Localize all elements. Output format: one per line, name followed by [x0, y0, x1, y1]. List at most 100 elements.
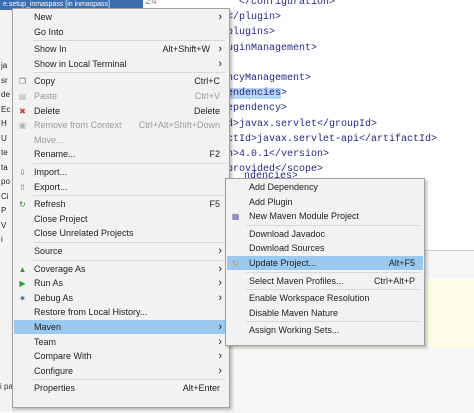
menu-item-select-maven-profiles[interactable]: Select Maven Profiles... Ctrl+Alt+P	[227, 274, 423, 288]
tree-item-label: Ec	[1, 104, 11, 114]
code-text: d>javax.servlet</groupId>	[227, 118, 378, 130]
code-text: >	[281, 88, 288, 100]
menu-item-show-in-local-terminal[interactable]: Show in Local Terminal ›	[14, 57, 228, 71]
menu-item-refresh[interactable]: ↻ Refresh F5	[14, 197, 228, 211]
menu-item-label: Download Javadoc	[249, 228, 326, 239]
menu-item-label: Paste	[34, 91, 58, 101]
menu-item-properties[interactable]: Properties Alt+Enter	[14, 381, 228, 395]
menu-item-paste: ▤ Paste Ctrl+V	[14, 89, 228, 103]
menu-item-assign-working-sets[interactable]: Assign Working Sets...	[227, 323, 423, 337]
code-line: endencies>	[227, 87, 287, 101]
menu-item-label: Debug As	[34, 292, 74, 303]
chevron-right-icon: ›	[218, 335, 222, 348]
code-text: ctId>javax.servlet-api</artifactId>	[227, 133, 438, 145]
menu-separator	[33, 40, 225, 42]
menu-item-label: Copy	[34, 76, 56, 87]
menu-item-label: Add Plugin	[249, 196, 293, 207]
code-line: ctId>javax.servlet-api</artifactId>	[227, 133, 437, 147]
menu-item-shortcut: Alt+Enter	[182, 383, 220, 394]
menu-item-move: Move...	[14, 133, 228, 147]
menu-item-close-project[interactable]: Close Project	[14, 212, 228, 226]
chevron-right-icon: ›	[218, 321, 222, 333]
menu-item-label: Close Unrelated Projects	[34, 228, 134, 239]
code-selection: endencies	[227, 88, 282, 100]
tree-item-label: V	[1, 220, 7, 230]
menu-item-label: Source	[34, 246, 63, 256]
context-menu: New › Go Into Show In Alt+Shift+W › Show in Lo…	[12, 8, 230, 408]
menu-item-restore-from-local-history[interactable]: Restore from Local History...	[14, 305, 228, 319]
menu-item-show-in[interactable]: Show In Alt+Shift+W ›	[14, 42, 228, 56]
chevron-right-icon: ›	[218, 364, 222, 377]
code-text: </configuration>	[227, 0, 336, 8]
menu-item-download-javadoc[interactable]: Download Javadoc	[227, 227, 423, 241]
code-text: n>4.0.1</version>	[227, 149, 330, 160]
menu-item-import[interactable]: ⇩ Import...	[14, 165, 228, 179]
line-number: 24	[145, 0, 158, 8]
menu-item-disable-maven-nature[interactable]: Disable Maven Nature	[227, 306, 423, 320]
menu-item-delete[interactable]: ✖ Delete Delete	[14, 104, 228, 118]
tree-item-label: te	[1, 148, 8, 157]
run-icon: ▶	[19, 279, 26, 289]
menu-item-label: Remove from Context	[34, 120, 122, 131]
code-line: n>4.0.1</version>	[227, 148, 329, 162]
menu-item-shortcut: Alt+F5	[388, 258, 415, 268]
menu-item-label: New	[34, 12, 53, 22]
menu-item-label: Update Project...	[249, 258, 317, 268]
menu-item-copy[interactable]: ❐ Copy Ctrl+C	[14, 74, 228, 88]
chevron-right-icon: ›	[218, 11, 222, 23]
code-text: ncyManagement>	[227, 73, 312, 84]
menu-item-label: Run As	[34, 278, 64, 289]
menu-separator	[246, 271, 420, 273]
menu-item-label: Compare With	[34, 351, 92, 362]
menu-item-source[interactable]: Source ›	[14, 244, 228, 258]
menu-item-add-dependency[interactable]: Add Dependency	[227, 180, 423, 194]
menu-item-configure[interactable]: Configure ›	[14, 364, 228, 378]
menu-item-label: Configure	[34, 365, 74, 376]
menu-item-label: Add Dependency	[249, 182, 319, 192]
menu-item-go-into[interactable]: Go Into	[14, 25, 228, 39]
menu-item-export[interactable]: ⇧ Export...	[14, 180, 228, 194]
menu-item-shortcut: Delete	[193, 105, 220, 116]
menu-item-debug-as[interactable]: ✷ Debug As ›	[14, 291, 228, 305]
tree-item-label: Ci	[1, 191, 9, 201]
menu-separator	[33, 242, 225, 243]
menu-item-download-sources[interactable]: Download Sources	[227, 241, 423, 255]
chevron-right-icon: ›	[218, 291, 222, 304]
menu-item-new-maven-module-project[interactable]: ▦ New Maven Module Project	[227, 209, 423, 223]
menu-item-maven[interactable]: Maven ›	[14, 320, 228, 334]
menu-item-enable-workspace-resolution[interactable]: Enable Workspace Resolution	[227, 291, 423, 305]
debug-icon: ✷	[19, 293, 26, 303]
menu-item-coverage-as[interactable]: ▲ Coverage As ›	[14, 262, 228, 276]
code-line: ncyManagement>	[227, 72, 311, 86]
menu-item-new[interactable]: New ›	[14, 10, 228, 24]
menu-item-label: Select Maven Profiles...	[249, 275, 344, 286]
menu-item-label: Export...	[34, 181, 68, 192]
menu-item-update-project[interactable]: ↻ Update Project... Alt+F5	[227, 256, 423, 270]
menu-item-label: Team	[34, 336, 57, 347]
tree-item-label: po	[1, 177, 10, 186]
code-line: plugins>	[227, 26, 275, 40]
menu-item-label: Rename...	[34, 149, 76, 160]
menu-item-team[interactable]: Team ›	[14, 335, 228, 349]
menu-item-label: Show in Local Terminal	[34, 58, 127, 69]
menu-separator	[246, 224, 420, 226]
menu-item-label: Refresh	[34, 199, 66, 210]
code-text: plugins>	[227, 27, 276, 39]
menu-item-label: Disable Maven Nature	[249, 307, 339, 318]
delete-icon: ✖	[19, 106, 26, 116]
tree-item-label: P	[1, 206, 7, 215]
menu-item-label: Assign Working Sets...	[249, 325, 340, 336]
menu-item-close-unrelated-projects[interactable]: Close Unrelated Projects	[14, 226, 228, 240]
menu-item-label: Restore from Local History...	[34, 307, 148, 318]
chevron-right-icon: ›	[218, 43, 222, 56]
code-line: uginManagement>	[227, 42, 317, 56]
menu-item-compare-with[interactable]: Compare With ›	[14, 349, 228, 363]
menu-separator	[246, 321, 420, 323]
menu-item-add-plugin[interactable]: Add Plugin	[227, 195, 423, 209]
menu-item-label: Import...	[34, 167, 68, 177]
chevron-right-icon: ›	[218, 350, 222, 363]
maven-submenu: Add Dependency Add Plugin ▦ New Maven Modul…	[225, 178, 425, 346]
menu-item-rename[interactable]: Rename... F2	[14, 147, 228, 161]
code-text: </plugin>	[227, 12, 282, 24]
menu-item-run-as[interactable]: ▶ Run As ›	[14, 276, 228, 290]
